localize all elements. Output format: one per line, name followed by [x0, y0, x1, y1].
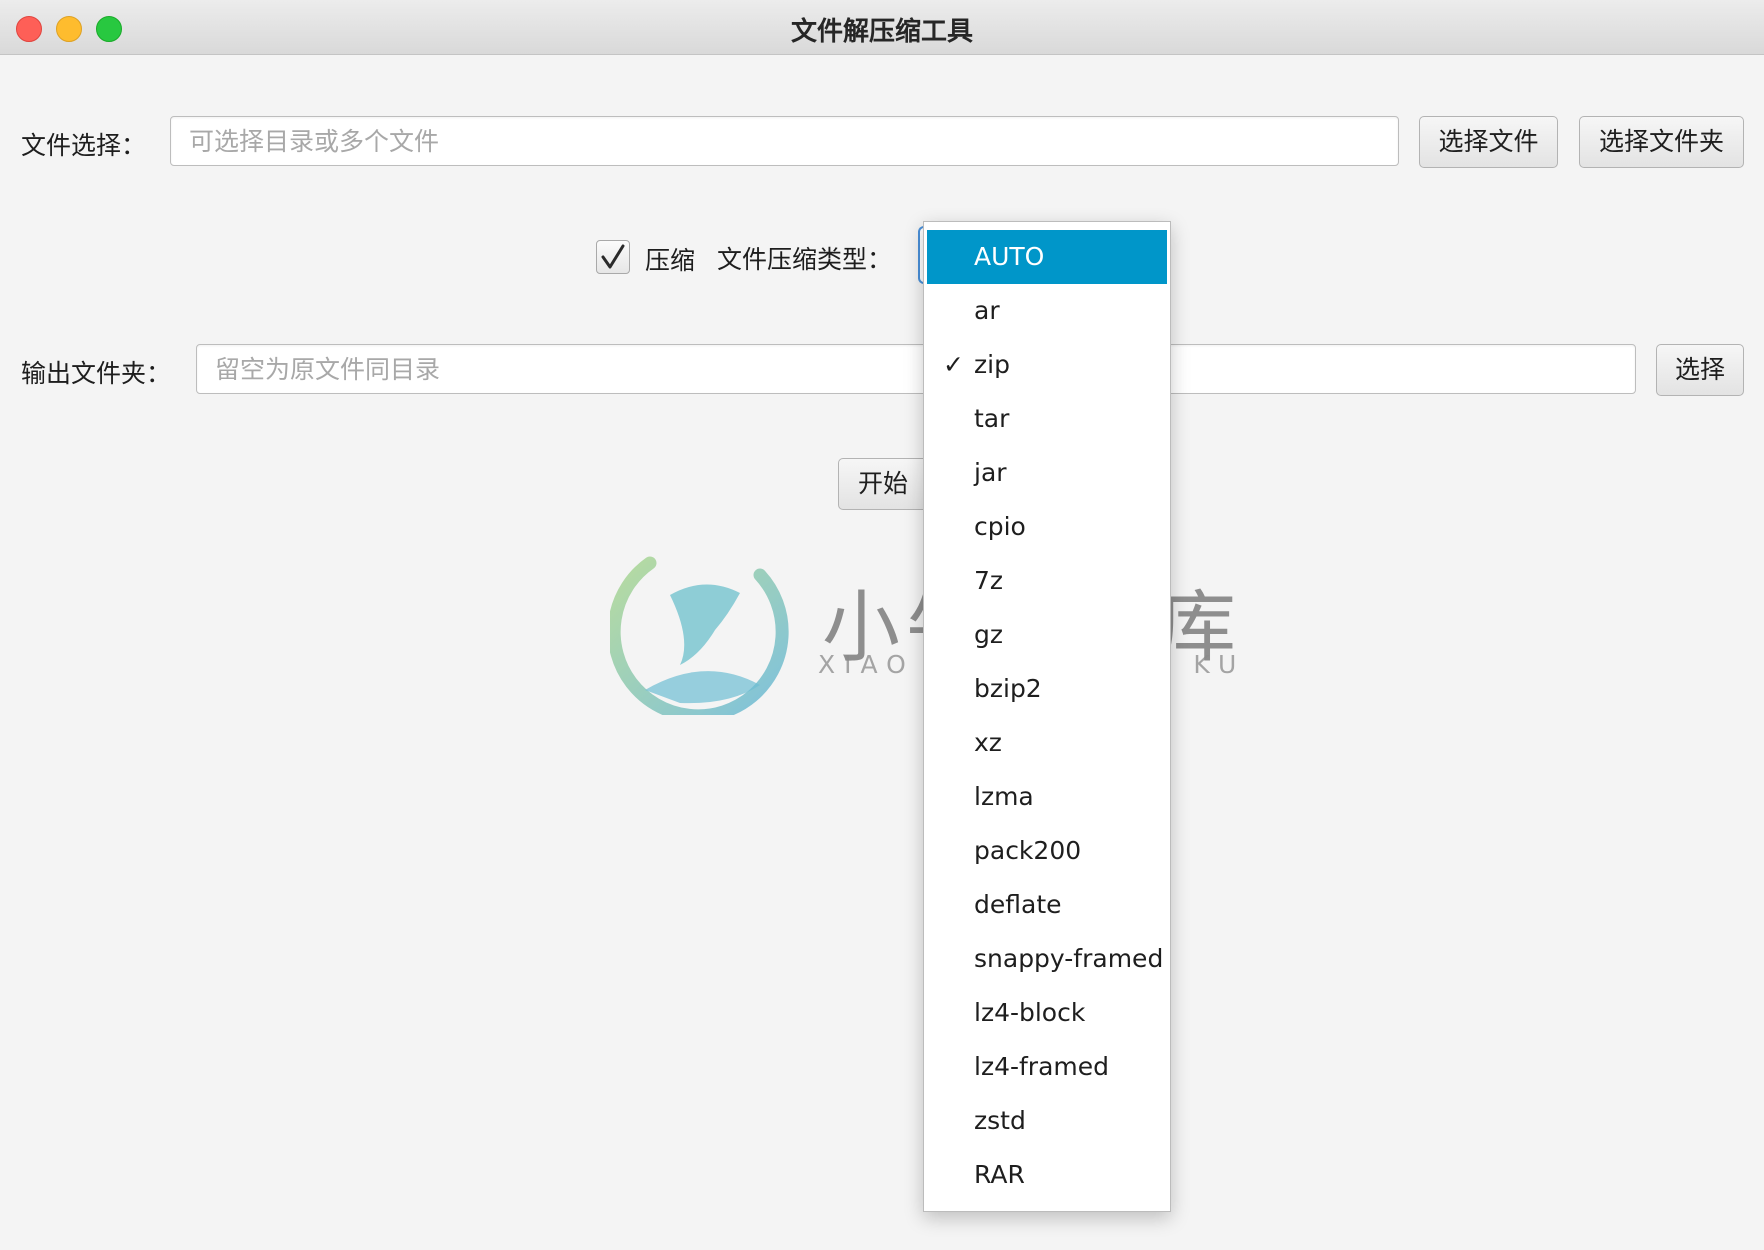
- dropdown-option-lzma[interactable]: lzma: [927, 770, 1167, 824]
- checkmark-icon: [601, 244, 625, 269]
- dropdown-option-label: lz4-framed: [974, 1052, 1109, 1081]
- output-folder-label: 输出文件夹：: [21, 359, 172, 388]
- dropdown-option-label: 7z: [974, 566, 1004, 595]
- dropdown-option-label: tar: [974, 404, 1010, 433]
- dropdown-option-bzip2[interactable]: bzip2: [927, 662, 1167, 716]
- select-folder-button[interactable]: 选择文件夹: [1579, 116, 1744, 168]
- dropdown-option-cpio[interactable]: cpio: [927, 500, 1167, 554]
- app-window: 文件解压缩工具 文件选择： 选择文件 选择文件夹 压缩 文件压缩类型： 输出文件…: [0, 0, 1764, 1250]
- dropdown-option-label: cpio: [974, 512, 1026, 541]
- dropdown-option-deflate[interactable]: deflate: [927, 878, 1167, 932]
- dropdown-option-label: lzma: [974, 782, 1034, 811]
- dropdown-option-label: pack200: [974, 836, 1082, 865]
- output-folder-input[interactable]: [196, 344, 1636, 394]
- dropdown-option-label: zip: [974, 350, 1010, 379]
- dropdown-option-xz[interactable]: xz: [927, 716, 1167, 770]
- file-select-label: 文件选择：: [21, 131, 147, 160]
- dropdown-option-ar[interactable]: ar: [927, 284, 1167, 338]
- start-button[interactable]: 开始: [838, 458, 928, 510]
- dropdown-option-jar[interactable]: jar: [927, 446, 1167, 500]
- dropdown-option-label: RAR: [974, 1160, 1025, 1189]
- dropdown-option-label: snappy-framed: [974, 944, 1164, 973]
- choose-output-button[interactable]: 选择: [1656, 344, 1744, 396]
- dropdown-option-tar[interactable]: tar: [927, 392, 1167, 446]
- dropdown-option-label: ar: [974, 296, 1000, 325]
- dropdown-option-label: AUTO: [974, 242, 1045, 271]
- dropdown-option-label: jar: [974, 458, 1007, 487]
- compression-type-label: 文件压缩类型：: [717, 245, 893, 274]
- dropdown-option-gz[interactable]: gz: [927, 608, 1167, 662]
- dropdown-option-rar[interactable]: RAR: [927, 1148, 1167, 1202]
- bull-logo-icon: [610, 556, 789, 715]
- selected-check-icon: ✓: [943, 350, 964, 379]
- dropdown-option-lz4-block[interactable]: lz4-block: [927, 986, 1167, 1040]
- dropdown-option-snappy-framed[interactable]: snappy-framed: [927, 932, 1167, 986]
- dropdown-option-auto[interactable]: AUTO: [927, 230, 1167, 284]
- dropdown-option-label: gz: [974, 620, 1003, 649]
- dropdown-option-7z[interactable]: 7z: [927, 554, 1167, 608]
- compress-checkbox-label: 压缩: [645, 246, 696, 275]
- dropdown-option-label: zstd: [974, 1106, 1026, 1135]
- dropdown-option-pack200[interactable]: pack200: [927, 824, 1167, 878]
- compress-checkbox[interactable]: [596, 240, 630, 274]
- title-bar: 文件解压缩工具: [0, 0, 1764, 55]
- dropdown-option-lz4-framed[interactable]: lz4-framed: [927, 1040, 1167, 1094]
- dropdown-option-zip[interactable]: ✓ zip: [927, 338, 1167, 392]
- dropdown-option-label: lz4-block: [974, 998, 1086, 1027]
- select-files-button[interactable]: 选择文件: [1419, 116, 1558, 168]
- dropdown-option-label: xz: [974, 728, 1002, 757]
- dropdown-option-zstd[interactable]: zstd: [927, 1094, 1167, 1148]
- compression-type-dropdown[interactable]: AUTO ar ✓ zip tar jar cpio 7z gz bzip2 xz lzma pack2…: [923, 221, 1171, 1212]
- window-title: 文件解压缩工具: [790, 17, 973, 47]
- file-select-input[interactable]: [170, 116, 1399, 166]
- dropdown-option-label: bzip2: [974, 674, 1042, 703]
- dropdown-option-label: deflate: [974, 890, 1062, 919]
